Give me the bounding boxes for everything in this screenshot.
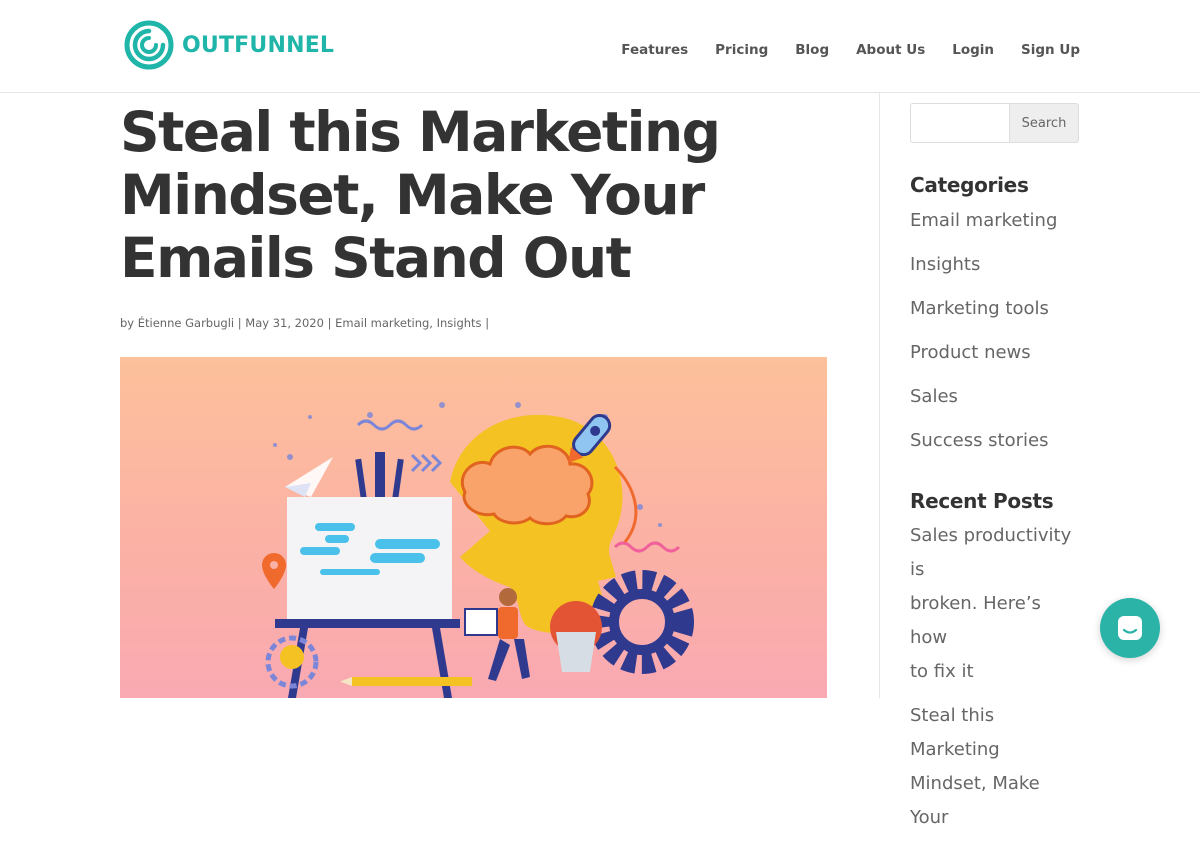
sidebar: Search Categories Email marketing Insigh… — [910, 103, 1080, 845]
recent-post-line: Sales productivity is — [910, 525, 1072, 580]
featured-image — [120, 357, 827, 698]
post-title: Steal this Marketing Mindset, Make Your … — [120, 101, 827, 290]
chat-launcher-button[interactable] — [1100, 598, 1160, 658]
post-content: Steal this Marketing Mindset, Make Your … — [120, 93, 827, 698]
nav-login[interactable]: Login — [952, 42, 994, 58]
chat-icon — [1118, 616, 1142, 640]
categories-title: Categories — [910, 173, 1029, 197]
recent-post-line: broken. Here’s how — [910, 593, 1041, 648]
category-item-insights[interactable]: Insights — [910, 243, 1080, 287]
recent-post-line: to fix it — [910, 661, 974, 682]
category-link-email-marketing[interactable]: Email marketing — [335, 316, 429, 330]
meta-by: by — [120, 316, 135, 330]
category-item-product-news[interactable]: Product news — [910, 331, 1080, 375]
meta-comma: , — [429, 316, 437, 330]
outfunnel-logo-icon — [124, 20, 174, 70]
logo-text: OUTFUNNEL — [182, 32, 335, 58]
category-item-success-stories[interactable]: Success stories — [910, 419, 1080, 463]
recent-posts-list: Sales productivity is broken. Here’s how… — [910, 519, 1080, 835]
search-input[interactable] — [910, 103, 1009, 143]
recent-posts-title: Recent Posts — [910, 489, 1054, 513]
main-nav: Features Pricing Blog About Us Login Sig… — [594, 42, 1080, 58]
recent-post-item[interactable]: Sales productivity is broken. Here’s how… — [910, 519, 1080, 689]
recent-post-item[interactable]: Steal this Marketing Mindset, Make Your — [910, 699, 1080, 835]
post-date: May 31, 2020 — [245, 316, 324, 330]
post-title-line: Emails Stand Out — [120, 226, 632, 290]
meta-separator: | — [234, 316, 246, 330]
category-item-email-marketing[interactable]: Email marketing — [910, 199, 1080, 243]
search-button[interactable]: Search — [1009, 103, 1079, 143]
site-header: OUTFUNNEL Features Pricing Blog About Us… — [0, 0, 1200, 93]
nav-sign-up[interactable]: Sign Up — [1021, 42, 1080, 58]
category-link-insights[interactable]: Insights — [437, 316, 482, 330]
recent-post-line: Mindset, Make Your — [910, 773, 1040, 828]
category-item-sales[interactable]: Sales — [910, 375, 1080, 419]
nav-about-us[interactable]: About Us — [856, 42, 925, 58]
nav-features[interactable]: Features — [621, 42, 688, 58]
category-item-marketing-tools[interactable]: Marketing tools — [910, 287, 1080, 331]
logo[interactable]: OUTFUNNEL — [124, 20, 334, 70]
meta-separator: | — [481, 316, 490, 330]
post-meta: by Étienne Garbugli | May 31, 2020 | Ema… — [120, 316, 827, 330]
categories-list: Email marketing Insights Marketing tools… — [910, 199, 1080, 463]
search-form: Search — [910, 103, 1080, 143]
sidebar-divider — [879, 93, 880, 698]
post-title-line: Steal this Marketing — [120, 100, 721, 164]
author-link[interactable]: Étienne Garbugli — [138, 316, 234, 330]
meta-separator: | — [323, 316, 336, 330]
post-title-line: Mindset, Make Your — [120, 163, 705, 227]
nav-blog[interactable]: Blog — [795, 42, 829, 58]
recent-post-line: Steal this Marketing — [910, 705, 1000, 760]
nav-pricing[interactable]: Pricing — [715, 42, 768, 58]
marketing-illustration — [262, 402, 694, 698]
